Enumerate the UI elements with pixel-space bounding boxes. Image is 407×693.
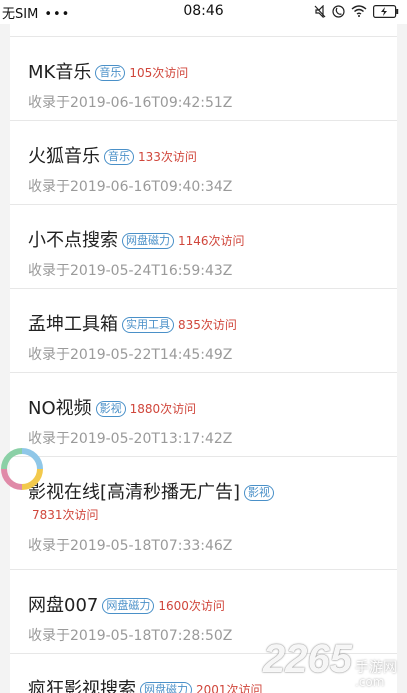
item-title-line: NO视频 影视 1880次访问 bbox=[28, 397, 385, 421]
item-name: MK音乐 bbox=[28, 62, 92, 83]
visit-count: 835次访问 bbox=[178, 318, 237, 332]
visit-count: 1146次访问 bbox=[178, 234, 245, 248]
category-tag: 网盘磁力 bbox=[140, 682, 192, 693]
item-title-line: 小不点搜索 网盘磁力 1146次访问 bbox=[28, 229, 385, 253]
item-name: 影视在线[高清秒播无广告] bbox=[28, 482, 241, 503]
battery-icon bbox=[373, 4, 399, 18]
site-watermark: 2265 手游网 .com bbox=[263, 637, 397, 689]
list-item[interactable]: 小不点搜索 网盘磁力 1146次访问 收录于2019-05-24T16:59:43Z bbox=[10, 205, 397, 289]
silent-icon bbox=[314, 4, 326, 18]
list-item[interactable]: MK音乐 音乐 105次访问 收录于2019-06-16T09:42:51Z bbox=[10, 37, 397, 121]
watermark-domain: .com bbox=[355, 675, 385, 689]
watermark-suffix: 手游网 bbox=[355, 660, 397, 676]
item-name: 孟坤工具箱 bbox=[28, 314, 118, 335]
item-title-line: 火狐音乐 音乐 133次访问 bbox=[28, 145, 385, 169]
item-date: 收录于2019-06-16T09:40:34Z bbox=[28, 179, 233, 195]
item-date: 收录于2019-05-20T13:17:42Z bbox=[28, 431, 233, 447]
item-title-line: 网盘007 网盘磁力 1600次访问 bbox=[28, 594, 385, 618]
visit-count: 133次访问 bbox=[138, 150, 197, 164]
link-list-card: MK音乐 音乐 105次访问 收录于2019-06-16T09:42:51Z 火狐音… bbox=[10, 24, 397, 693]
list-item[interactable]: 孟坤工具箱 实用工具 835次访问 收录于2019-05-22T14:45:49Z bbox=[10, 289, 397, 373]
item-title-line: 影视在线[高清秒播无广告] 影视 bbox=[28, 481, 385, 505]
link-list-scroll[interactable]: MK音乐 音乐 105次访问 收录于2019-06-16T09:42:51Z 火狐音… bbox=[0, 24, 407, 693]
category-tag: 音乐 bbox=[104, 149, 134, 165]
item-date: 收录于2019-05-22T14:45:49Z bbox=[28, 347, 233, 363]
category-tag: 音乐 bbox=[95, 65, 126, 81]
item-name: 网盘007 bbox=[28, 595, 99, 616]
visit-count: 7831次访问 bbox=[32, 508, 99, 522]
item-name: 疯狂影视搜索 bbox=[28, 679, 136, 693]
visit-count: 1880次访问 bbox=[129, 402, 197, 416]
previous-item-fragment bbox=[10, 24, 397, 37]
list-item[interactable]: 火狐音乐 音乐 133次访问 收录于2019-06-16T09:40:34Z bbox=[10, 121, 397, 205]
item-date: 收录于2019-05-18T07:33:46Z bbox=[28, 538, 233, 554]
do-not-disturb-icon bbox=[332, 4, 345, 18]
category-tag: 网盘磁力 bbox=[122, 233, 174, 249]
category-tag: 网盘磁力 bbox=[102, 598, 155, 614]
item-name: 小不点搜索 bbox=[28, 230, 118, 251]
visit-count: 2001次访问 bbox=[196, 683, 263, 693]
floating-loader-icon[interactable] bbox=[0, 447, 44, 491]
visit-count: 1600次访问 bbox=[158, 599, 225, 613]
wifi-icon bbox=[351, 5, 367, 17]
item-date: 收录于2019-05-24T16:59:43Z bbox=[28, 263, 233, 279]
status-icons bbox=[314, 3, 399, 19]
visit-count: 105次访问 bbox=[129, 66, 189, 80]
item-date: 收录于2019-05-18T07:28:50Z bbox=[28, 628, 233, 644]
watermark-number: 2265 bbox=[263, 637, 352, 681]
item-name: 火狐音乐 bbox=[28, 146, 100, 167]
category-tag: 实用工具 bbox=[122, 317, 174, 333]
item-title-line: 孟坤工具箱 实用工具 835次访问 bbox=[28, 313, 385, 337]
item-name: NO视频 bbox=[28, 398, 92, 419]
list-item[interactable]: NO视频 影视 1880次访问 收录于2019-05-20T13:17:42Z bbox=[10, 373, 397, 457]
list-item[interactable]: 影视在线[高清秒播无广告] 影视 7831次访问 收录于2019-05-18T07… bbox=[10, 457, 397, 570]
item-title-line: MK音乐 音乐 105次访问 bbox=[28, 61, 385, 85]
category-tag: 影视 bbox=[244, 485, 275, 501]
status-bar: 无SIM ••• 08:46 bbox=[0, 0, 407, 24]
item-date: 收录于2019-06-16T09:42:51Z bbox=[28, 95, 233, 111]
category-tag: 影视 bbox=[95, 401, 126, 417]
